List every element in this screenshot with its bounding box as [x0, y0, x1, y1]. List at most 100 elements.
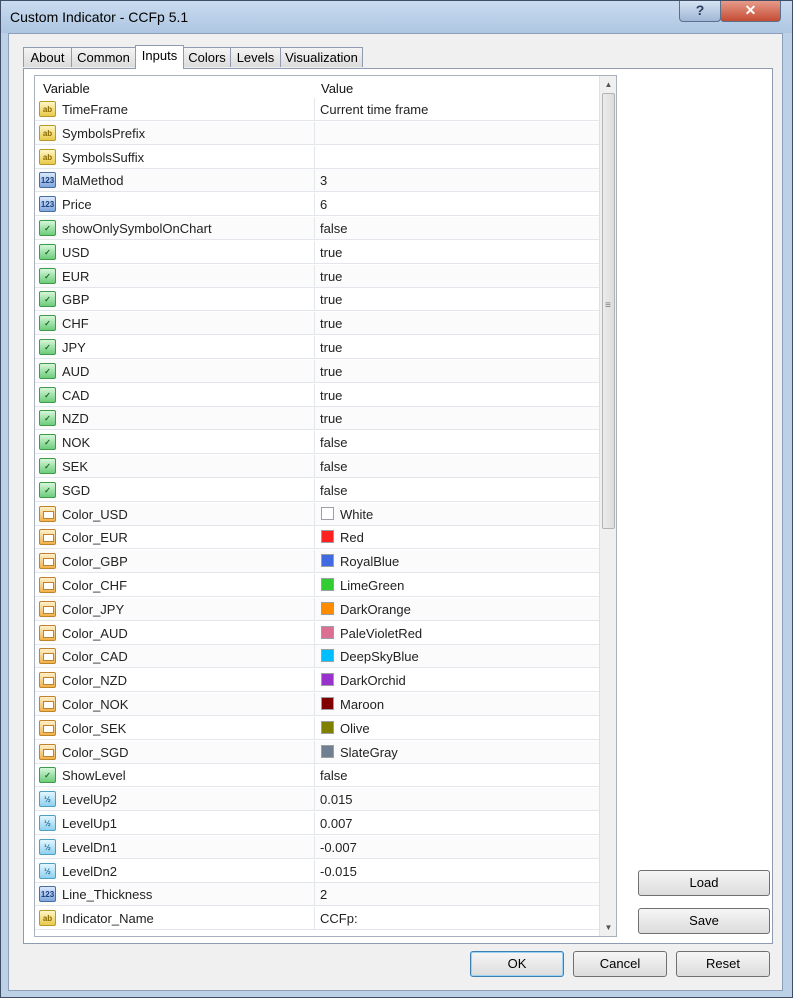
close-button[interactable]: ✕ — [720, 1, 781, 22]
value-cell[interactable]: DarkOrchid — [340, 673, 406, 688]
input-row[interactable]: ½ LevelUp1 0.007 — [35, 812, 599, 835]
input-row[interactable]: ab SymbolsSuffix — [35, 145, 599, 169]
input-row[interactable]: ✓ showOnlySymbolOnChart false — [35, 217, 599, 240]
variable-cell: ✓ ShowLevel — [35, 764, 315, 787]
input-row[interactable]: ✓ AUD true — [35, 359, 599, 383]
boolean-type-icon: ✓ — [39, 767, 56, 784]
tab-common[interactable]: Common — [71, 47, 136, 67]
value-cell[interactable]: true — [320, 316, 342, 331]
scroll-thumb[interactable]: ≡ — [602, 93, 615, 529]
value-cell[interactable]: 0.015 — [320, 792, 353, 807]
input-row[interactable]: ½ LevelUp2 0.015 — [35, 788, 599, 812]
value-cell[interactable]: DarkOrange — [340, 602, 411, 617]
value-cell[interactable]: -0.015 — [320, 864, 357, 879]
value-cell[interactable]: LimeGreen — [340, 578, 404, 593]
input-row[interactable]: ab Indicator_Name CCFp: — [35, 907, 599, 931]
input-row[interactable]: ab TimeFrame Current time frame — [35, 98, 599, 121]
column-header-value[interactable]: Value — [321, 81, 353, 96]
input-row[interactable]: Color_EUR Red — [35, 526, 599, 550]
help-button[interactable]: ? — [679, 1, 721, 22]
tab-levels[interactable]: Levels — [230, 47, 281, 67]
window-title: Custom Indicator - CCFp 5.1 — [10, 9, 189, 25]
input-row[interactable]: Color_AUD PaleVioletRed — [35, 621, 599, 645]
input-row[interactable]: 123 MaMethod 3 — [35, 169, 599, 193]
input-row[interactable]: ✓ JPY true — [35, 336, 599, 359]
value-cell[interactable]: false — [320, 483, 347, 498]
value-cell[interactable]: true — [320, 269, 342, 284]
value-cell[interactable]: true — [320, 364, 342, 379]
input-row[interactable]: ½ LevelDn1 -0.007 — [35, 835, 599, 859]
vertical-scrollbar[interactable]: ▲ ≡ ▼ — [599, 76, 616, 936]
boolean-type-icon: ✓ — [39, 267, 56, 284]
value-cell[interactable]: 2 — [320, 887, 327, 902]
value-cell[interactable]: CCFp: — [320, 911, 358, 926]
ok-button[interactable]: OK — [470, 951, 564, 977]
tab-inputs[interactable]: Inputs — [135, 45, 184, 69]
value-cell[interactable]: 6 — [320, 197, 327, 212]
input-row[interactable]: Color_NZD DarkOrchid — [35, 669, 599, 693]
variable-name: AUD — [62, 363, 90, 379]
input-row[interactable]: ½ LevelDn2 -0.015 — [35, 859, 599, 883]
tab-visualization[interactable]: Visualization — [280, 47, 363, 67]
input-row[interactable]: Color_GBP RoyalBlue — [35, 550, 599, 574]
cancel-button[interactable]: Cancel — [573, 951, 667, 977]
value-cell[interactable]: true — [320, 292, 342, 307]
tab-colors[interactable]: Colors — [183, 47, 231, 67]
value-cell[interactable]: true — [320, 245, 342, 260]
value-cell[interactable]: 0.007 — [320, 816, 353, 831]
tab-about[interactable]: About — [23, 47, 72, 67]
input-row[interactable]: Color_JPY DarkOrange — [35, 597, 599, 621]
value-cell[interactable]: White — [340, 507, 373, 522]
input-row[interactable]: ✓ SGD false — [35, 478, 599, 502]
value-cell[interactable]: SlateGray — [340, 745, 398, 760]
value-cell[interactable]: Olive — [340, 721, 370, 736]
value-cell[interactable]: false — [320, 221, 347, 236]
color-type-icon — [39, 624, 56, 641]
input-row[interactable]: Color_USD White — [35, 502, 599, 526]
input-row[interactable]: ✓ SEK false — [35, 455, 599, 478]
input-row[interactable]: Color_SGD SlateGray — [35, 740, 599, 764]
value-cell[interactable]: 3 — [320, 173, 327, 188]
variable-cell: ✓ SEK — [35, 455, 315, 477]
variable-name: CAD — [62, 387, 90, 403]
input-row[interactable]: ✓ GBP true — [35, 288, 599, 312]
value-cell[interactable]: true — [320, 411, 342, 426]
input-row[interactable]: ✓ ShowLevel false — [35, 764, 599, 788]
variable-cell: ✓ GBP — [35, 288, 315, 311]
input-row[interactable]: Color_CHF LimeGreen — [35, 574, 599, 597]
scroll-down-icon[interactable]: ▼ — [600, 919, 616, 936]
input-row[interactable]: ✓ EUR true — [35, 264, 599, 288]
value-cell[interactable]: Maroon — [340, 697, 384, 712]
title-bar[interactable]: Custom Indicator - CCFp 5.1 ? ✕ — [1, 1, 792, 33]
input-row[interactable]: Color_SEK Olive — [35, 716, 599, 740]
value-cell[interactable]: false — [320, 768, 347, 783]
input-row[interactable]: ✓ NOK false — [35, 431, 599, 455]
input-row[interactable]: 123 Line_Thickness 2 — [35, 883, 599, 907]
reset-button[interactable]: Reset — [676, 951, 770, 977]
input-row[interactable]: ab SymbolsPrefix — [35, 121, 599, 145]
value-cell[interactable]: false — [320, 459, 347, 474]
input-row[interactable]: Color_CAD DeepSkyBlue — [35, 645, 599, 669]
input-row[interactable]: ✓ USD true — [35, 240, 599, 264]
input-row[interactable]: ✓ CHF true — [35, 312, 599, 336]
value-cell[interactable]: Red — [340, 530, 364, 545]
load-button[interactable]: Load — [638, 870, 770, 896]
variable-name: Price — [62, 197, 92, 213]
input-row[interactable]: 123 Price 6 — [35, 193, 599, 217]
save-button[interactable]: Save — [638, 908, 770, 934]
value-cell[interactable]: Current time frame — [320, 102, 428, 117]
value-cell[interactable]: true — [320, 388, 342, 403]
value-cell[interactable]: RoyalBlue — [340, 554, 399, 569]
input-row[interactable]: Color_NOK Maroon — [35, 693, 599, 716]
value-cell[interactable]: -0.007 — [320, 840, 357, 855]
variable-name: Color_EUR — [62, 530, 128, 546]
value-cell[interactable]: false — [320, 435, 347, 450]
column-header-variable[interactable]: Variable — [43, 81, 90, 96]
input-row[interactable]: ✓ NZD true — [35, 407, 599, 431]
value-cell[interactable]: PaleVioletRed — [340, 626, 422, 641]
value-cell[interactable]: true — [320, 340, 342, 355]
value-cell[interactable]: DeepSkyBlue — [340, 649, 419, 664]
variable-name: ShowLevel — [62, 768, 126, 784]
scroll-up-icon[interactable]: ▲ — [600, 76, 616, 93]
input-row[interactable]: ✓ CAD true — [35, 383, 599, 407]
